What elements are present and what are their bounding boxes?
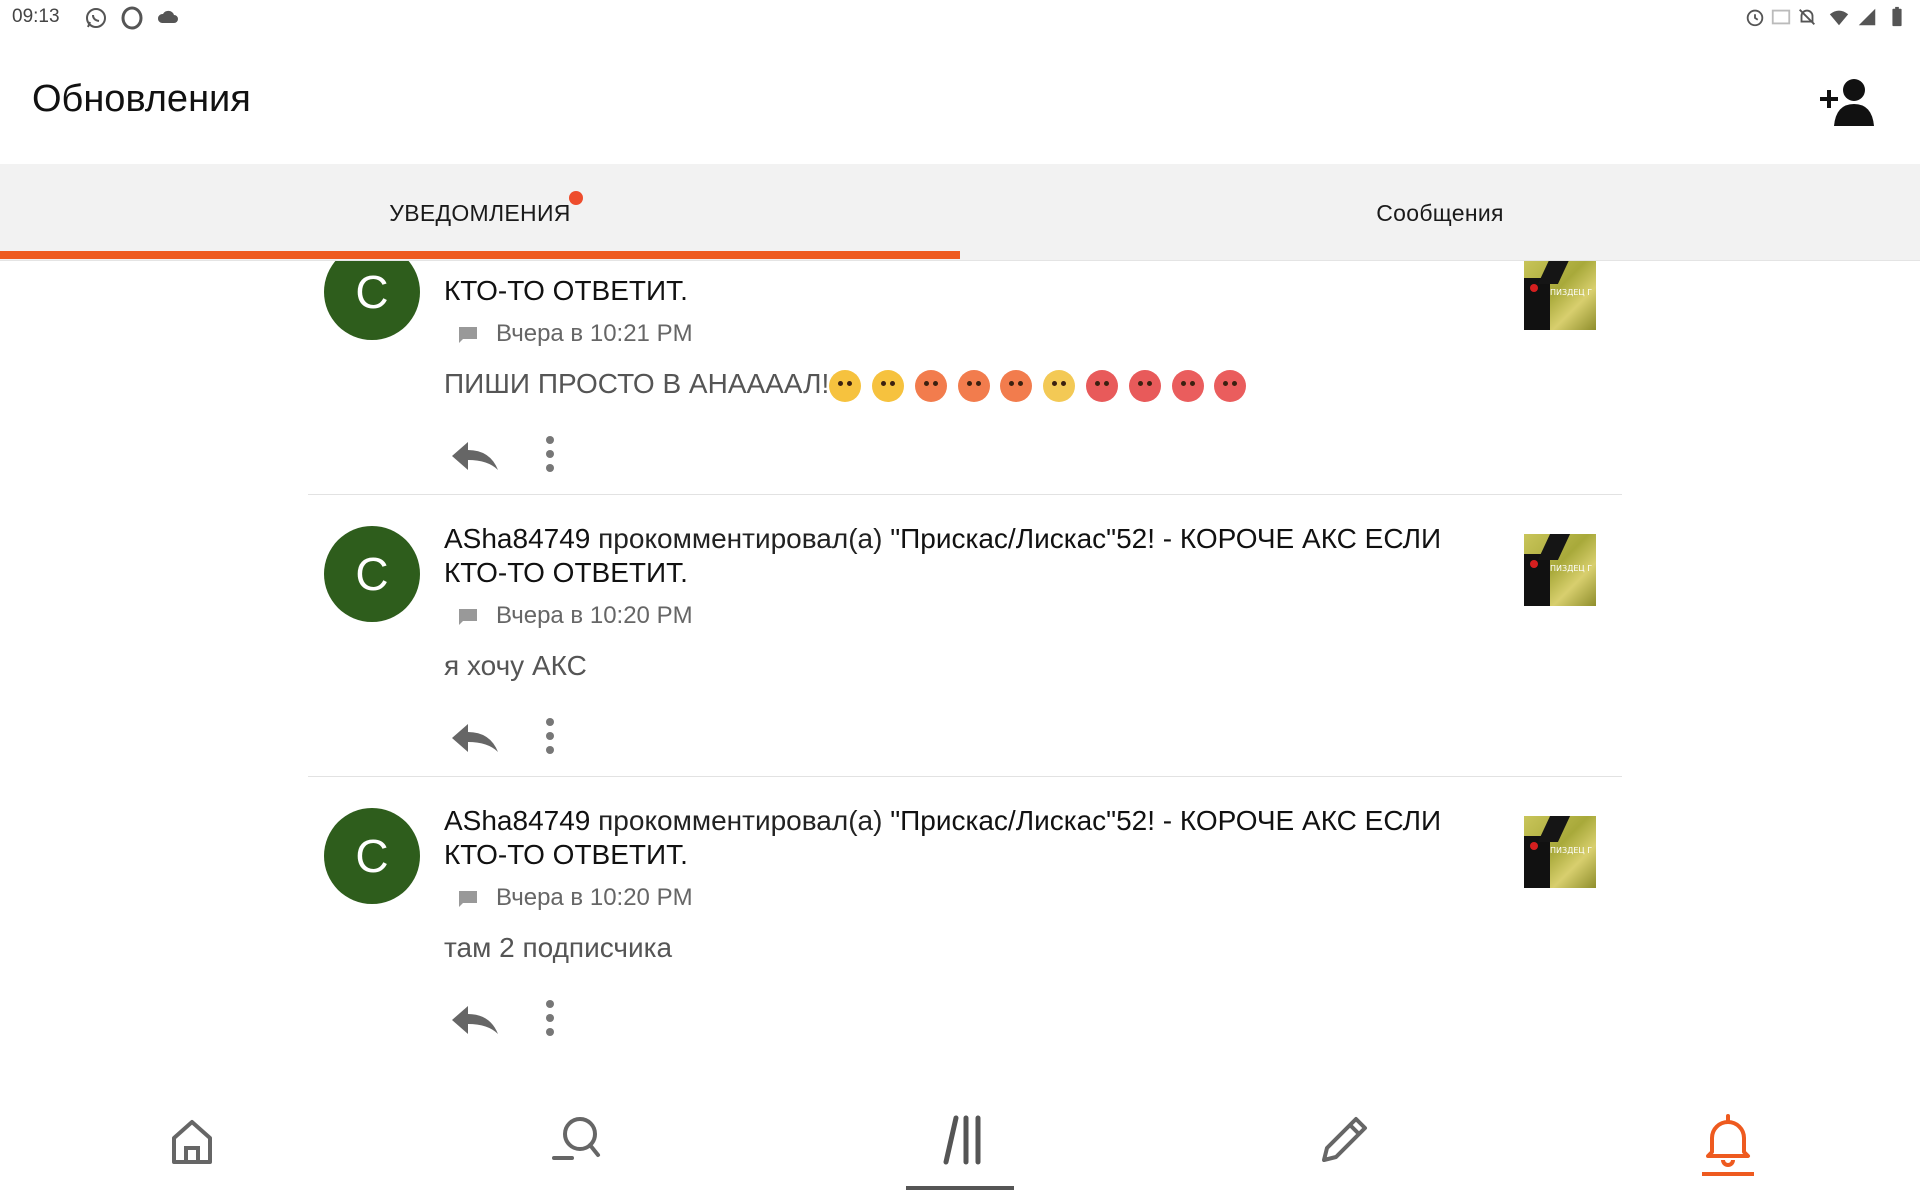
signal-icon xyxy=(1858,8,1876,26)
status-bar: 09:13 xyxy=(0,0,1920,36)
add-user-button[interactable] xyxy=(1818,74,1878,130)
angry-face-emoji xyxy=(1214,370,1247,403)
username[interactable]: ASha84749 xyxy=(444,805,590,836)
opera-icon xyxy=(121,6,143,30)
more-vertical-icon xyxy=(546,1000,554,1036)
search-icon xyxy=(552,1117,600,1160)
avatar[interactable]: C xyxy=(324,260,420,340)
cloud-icon xyxy=(157,10,178,23)
post-thumbnail[interactable]: ПИЗДЕЦ Г xyxy=(1524,260,1596,330)
tab-messages[interactable]: Сообщения xyxy=(960,164,1920,260)
emoji-row xyxy=(829,369,1249,403)
whatsapp-icon xyxy=(86,8,106,28)
more-options-button[interactable] xyxy=(540,432,560,476)
notification-card[interactable]: C КТО-ТО ОТВЕТИТ. Вчера в 10:21 PM ПИШИ … xyxy=(308,260,1622,495)
bottom-navigation xyxy=(0,1050,1920,1200)
nav-home[interactable] xyxy=(152,1100,232,1180)
more-options-button[interactable] xyxy=(540,714,560,758)
app-window: 09:13 Обновления C КТО-ТО ОТВЕТИТ. Вчера… xyxy=(0,0,1920,1200)
comment-icon xyxy=(459,326,477,343)
action-text: прокомментировал(а) xyxy=(590,523,891,554)
notification-time: Вчера в 10:21 PM xyxy=(496,320,693,347)
more-vertical-icon xyxy=(546,436,554,472)
thumbnail-caption: ПИЗДЕЦ Г xyxy=(1550,846,1593,855)
tab-notifications-label: Уведомления xyxy=(389,200,571,226)
alarm-icon xyxy=(1746,9,1764,27)
comment-text: ПИШИ ПРОСТО В АНААААЛ! xyxy=(444,368,1249,403)
notification-time: Вчера в 10:20 PM xyxy=(496,884,693,911)
reply-button[interactable] xyxy=(450,720,502,756)
bell-icon xyxy=(1706,1114,1750,1167)
tab-bar: Уведомления Сообщения xyxy=(0,164,1920,261)
more-options-button[interactable] xyxy=(540,996,560,1040)
cast-icon xyxy=(1771,9,1791,25)
tab-notifications[interactable]: Уведомления xyxy=(0,164,960,260)
comment-icon xyxy=(459,608,477,625)
post-thumbnail[interactable]: ПИЗДЕЦ Г xyxy=(1524,534,1596,606)
crazy-face-emoji xyxy=(829,370,862,403)
reply-icon xyxy=(452,442,498,470)
comment-icon xyxy=(459,890,477,907)
notification-card[interactable]: C ASha84749 прокомментировал(а) "Прискас… xyxy=(308,776,1622,1050)
notification-headline[interactable]: ASha84749 прокомментировал(а) "Прискас/Л… xyxy=(444,804,1444,872)
nav-feed[interactable] xyxy=(920,1100,1000,1180)
notifications-feed[interactable]: C КТО-ТО ОТВЕТИТ. Вчера в 10:21 PM ПИШИ … xyxy=(0,260,1920,1050)
reply-button[interactable] xyxy=(450,438,502,474)
notification-meta: Вчера в 10:21 PM xyxy=(458,320,693,348)
post-title[interactable]: КТО-ТО ОТВЕТИТ. xyxy=(444,275,688,306)
notification-headline[interactable]: КТО-ТО ОТВЕТИТ. xyxy=(444,274,1444,308)
cursing-face-emoji xyxy=(1086,370,1118,403)
post-thumbnail[interactable]: ПИЗДЕЦ Г xyxy=(1524,816,1596,888)
status-time: 09:13 xyxy=(12,6,60,27)
tab-messages-label: Сообщения xyxy=(1376,200,1504,226)
nav-search[interactable] xyxy=(536,1100,616,1180)
wifi-icon xyxy=(1829,10,1849,26)
notification-time: Вчера в 10:20 PM xyxy=(496,602,693,629)
exploding-head-emoji xyxy=(1043,370,1076,403)
username[interactable]: ASha84749 xyxy=(444,523,590,554)
mute-icon xyxy=(1799,9,1815,25)
home-icon xyxy=(172,1120,212,1164)
active-tab-indicator xyxy=(0,251,960,259)
app-bar: Обновления xyxy=(0,36,1920,164)
notification-meta: Вчера в 10:20 PM xyxy=(458,884,693,912)
battery-icon xyxy=(1892,6,1902,27)
squinting-tongue-face-emoji xyxy=(872,370,905,403)
cursing-face-emoji xyxy=(1128,370,1161,403)
notification-headline[interactable]: ASha84749 прокомментировал(а) "Прискас/Л… xyxy=(444,522,1444,590)
notification-meta: Вчера в 10:20 PM xyxy=(458,602,693,630)
comment-text: я хочу АКС xyxy=(444,650,587,681)
action-text: прокомментировал(а) xyxy=(590,805,891,836)
reply-button[interactable] xyxy=(450,1002,502,1038)
hot-face-emoji xyxy=(914,370,947,403)
avatar[interactable]: C xyxy=(324,526,420,622)
reply-icon xyxy=(452,724,498,752)
hot-face-emoji xyxy=(1000,370,1033,403)
comment-text: там 2 подписчика xyxy=(444,932,673,963)
nav-notifications[interactable] xyxy=(1688,1100,1768,1180)
thumbnail-caption: ПИЗДЕЦ Г xyxy=(1550,564,1593,573)
angry-face-emoji xyxy=(1171,370,1204,403)
avatar[interactable]: C xyxy=(324,808,420,904)
unread-badge xyxy=(569,191,583,205)
nav-create[interactable] xyxy=(1304,1100,1384,1180)
home-indicator xyxy=(906,1186,1014,1190)
thumbnail-caption: ПИЗДЕЦ Г xyxy=(1550,288,1593,297)
notification-card[interactable]: C ASha84749 прокомментировал(а) "Прискас… xyxy=(308,494,1622,777)
more-vertical-icon xyxy=(546,718,554,754)
add-user-icon xyxy=(1820,79,1874,126)
active-nav-indicator xyxy=(1702,1172,1754,1176)
reply-icon xyxy=(452,1006,498,1034)
page-title: Обновления xyxy=(32,78,251,120)
feed-icon xyxy=(943,1115,981,1165)
pencil-icon xyxy=(1322,1117,1367,1162)
hot-face-emoji xyxy=(957,370,990,403)
